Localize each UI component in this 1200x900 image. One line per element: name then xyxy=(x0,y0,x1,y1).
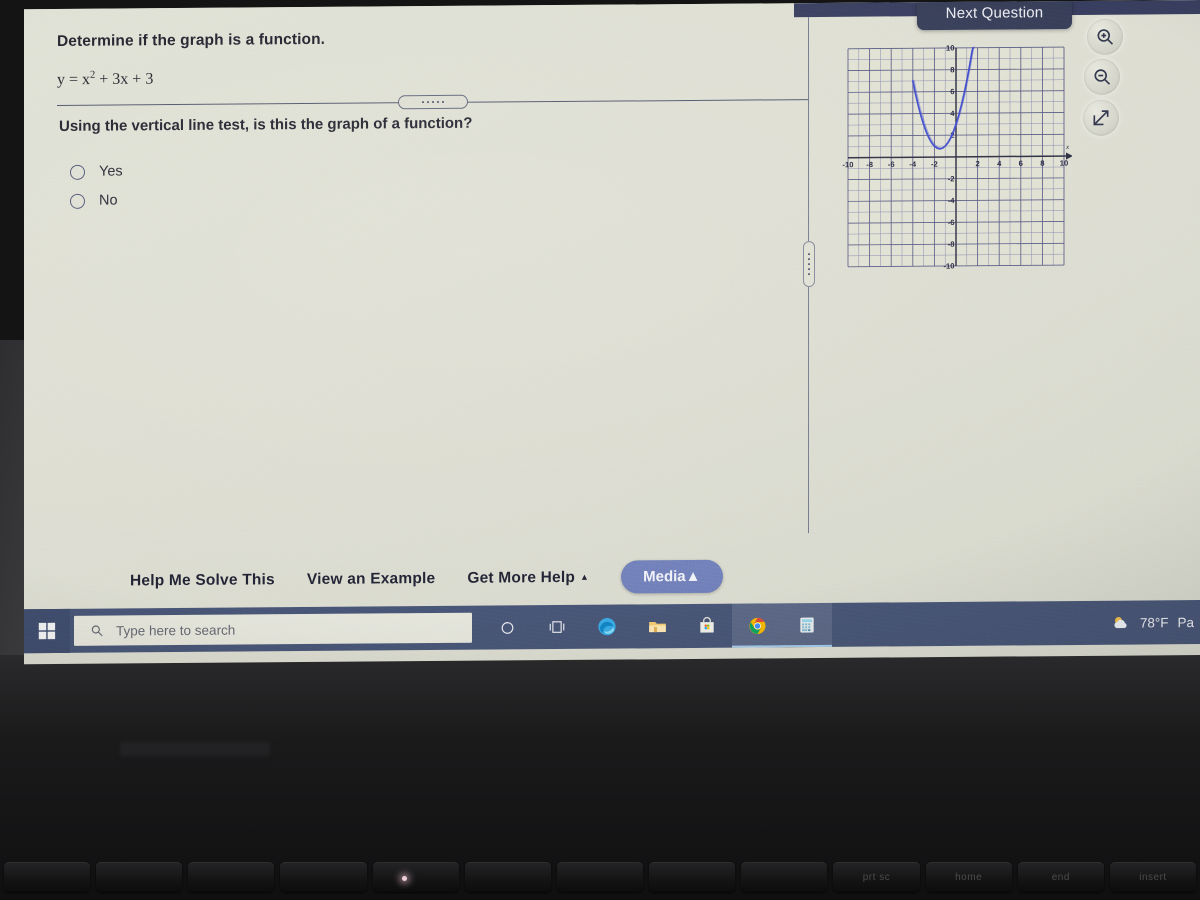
expand-icon[interactable] xyxy=(1083,99,1119,136)
file-explorer-icon[interactable] xyxy=(632,604,682,648)
windows-logo-icon[interactable] xyxy=(24,608,70,654)
laptop-screen: Next Question Determine if the graph is … xyxy=(24,0,1200,665)
svg-text:-2: -2 xyxy=(931,160,938,169)
partly-cloudy-icon xyxy=(1114,617,1127,629)
zoom-in-icon[interactable] xyxy=(1087,18,1123,55)
key-blank-3[interactable] xyxy=(280,862,367,892)
taskbar-icons xyxy=(482,602,832,650)
caret-up-icon: ▲ xyxy=(580,571,590,582)
zoom-out-icon[interactable] xyxy=(1084,58,1120,95)
question-equation: y = x2 + 3x + 3 xyxy=(57,69,154,89)
weather-widget[interactable]: 78°F Pa xyxy=(1111,612,1194,633)
svg-text:10: 10 xyxy=(1060,159,1068,168)
svg-text:-6: -6 xyxy=(888,160,895,169)
svg-text:2: 2 xyxy=(975,159,979,168)
edge-browser-icon[interactable] xyxy=(582,604,632,648)
key-blank-6[interactable] xyxy=(556,862,644,892)
function-graph: x -10 -8 -6 -4 -2 2 4 6 8 10 10 8 6 4 2 -2 -4 -6 -8 -10 xyxy=(842,39,1072,273)
svg-text:-8: -8 xyxy=(866,160,873,169)
get-more-help-label: Get More Help xyxy=(467,568,576,587)
help-me-solve-this-button[interactable]: Help Me Solve This xyxy=(114,565,291,596)
radio-option-yes[interactable]: Yes xyxy=(70,163,123,180)
graph-svg: x-10 -8 -6 -4 -2 2 4 6 8 10108642-2-4-6-8-10 xyxy=(843,44,1072,271)
key-insert[interactable]: insert xyxy=(1109,862,1197,892)
cortana-icon[interactable] xyxy=(482,605,532,649)
radio-label-yes: Yes xyxy=(99,163,123,180)
radio-button-yes[interactable] xyxy=(70,164,85,180)
caret-up-icon-media: ▲ xyxy=(685,567,701,586)
key-blank-4[interactable] xyxy=(372,862,459,892)
search-icon xyxy=(91,625,103,637)
svg-text:6: 6 xyxy=(1019,159,1023,168)
radio-button-no[interactable] xyxy=(70,193,85,209)
view-an-example-button[interactable]: View an Example xyxy=(291,563,452,594)
laptop-photo: Next Question Determine if the graph is … xyxy=(0,0,1200,900)
trackpad xyxy=(120,742,270,756)
svg-text:10: 10 xyxy=(946,44,954,53)
media-button[interactable]: Media▲ xyxy=(621,559,723,594)
radio-option-no[interactable]: No xyxy=(70,193,118,209)
keyboard-led xyxy=(402,876,407,881)
browser-page: Next Question Determine if the graph is … xyxy=(24,0,1200,610)
radio-label-no: No xyxy=(99,192,118,209)
key-blank-7[interactable] xyxy=(649,862,736,892)
svg-text:8: 8 xyxy=(950,65,954,74)
svg-text:6: 6 xyxy=(950,87,954,96)
search-placeholder: Type here to search xyxy=(116,622,236,639)
key-blank-5[interactable] xyxy=(464,862,551,892)
chrome-browser-icon[interactable] xyxy=(732,603,782,648)
search-input[interactable]: Type here to search xyxy=(74,612,472,646)
svg-text:-6: -6 xyxy=(948,218,955,227)
svg-text:8: 8 xyxy=(1040,159,1044,168)
question-title: Determine if the graph is a function. xyxy=(57,30,326,50)
media-label: Media xyxy=(643,568,686,586)
weather-temp: 78°F xyxy=(1139,614,1169,630)
key-prt-sc[interactable]: prt sc xyxy=(833,862,920,892)
question-prompt: Using the vertical line test, is this th… xyxy=(59,114,473,135)
windows-taskbar: Type here to search 78°F Pa xyxy=(24,600,1200,654)
weather-desc: Pa xyxy=(1177,614,1194,630)
key-blank-1[interactable] xyxy=(96,862,183,892)
svg-text:-4: -4 xyxy=(909,160,917,169)
svg-text:-8: -8 xyxy=(948,240,955,249)
task-view-icon[interactable] xyxy=(532,605,582,649)
key-blank-8[interactable] xyxy=(741,862,828,892)
taskbar-right: 78°F Pa xyxy=(1111,612,1200,633)
next-question-button[interactable]: Next Question xyxy=(917,0,1072,31)
get-more-help-button[interactable]: Get More Help ▲ xyxy=(451,562,605,593)
microsoft-store-icon[interactable] xyxy=(682,604,732,648)
key-blank-2[interactable] xyxy=(188,862,275,892)
key-blank-0[interactable] xyxy=(4,862,91,892)
svg-text:-10: -10 xyxy=(944,262,955,271)
vertical-splitter-handle[interactable] xyxy=(803,241,815,288)
help-bar: Help Me Solve This View an Example Get M… xyxy=(114,559,723,598)
svg-text:-2: -2 xyxy=(948,174,955,183)
svg-text:x: x xyxy=(1065,143,1070,151)
calculator-icon[interactable] xyxy=(782,602,832,648)
key-home[interactable]: home xyxy=(925,862,1012,892)
svg-text:-4: -4 xyxy=(948,196,956,205)
keyboard-row: prt sc home end insert xyxy=(0,862,1200,900)
horizontal-splitter-handle[interactable] xyxy=(398,94,468,110)
svg-text:-10: -10 xyxy=(843,160,854,169)
key-end[interactable]: end xyxy=(1017,862,1104,892)
